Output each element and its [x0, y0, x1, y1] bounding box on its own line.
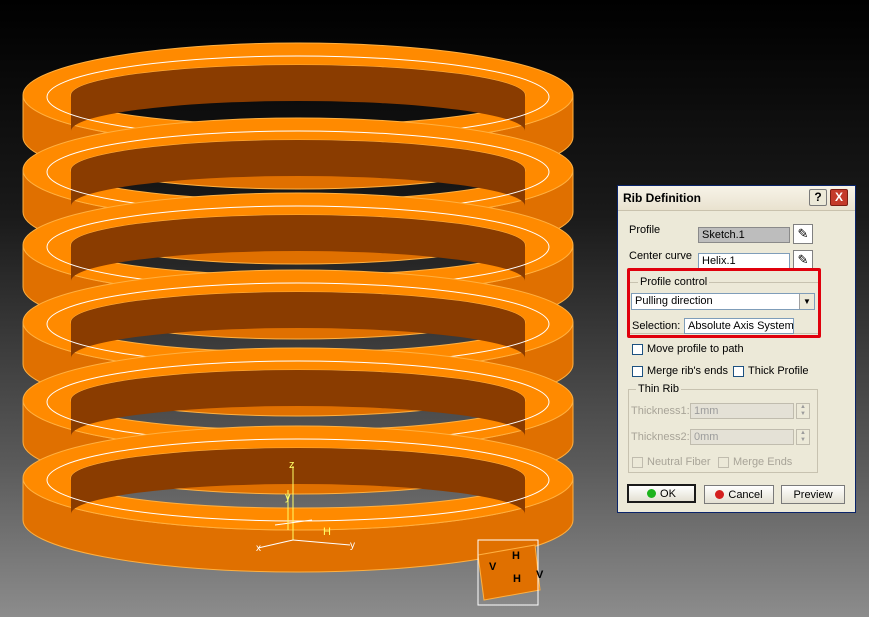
- edit-center-curve-icon[interactable]: ✎: [793, 250, 813, 270]
- dialog-titlebar[interactable]: Rib Definition ? X: [618, 186, 855, 211]
- profile-control-highlight: [627, 268, 821, 338]
- cancel-button[interactable]: Cancel: [704, 485, 774, 504]
- preview-button[interactable]: Preview: [781, 485, 845, 504]
- merge-ribs-ends-checkbox[interactable]: [632, 366, 643, 377]
- ok-label: OK: [660, 487, 676, 500]
- thick-profile-label: Thick Profile: [748, 365, 809, 377]
- thin-rib-legend: Thin Rib: [636, 383, 681, 395]
- merge-ribs-ends-label: Merge rib's ends: [647, 365, 728, 377]
- merge-ends-label: Merge Ends: [733, 456, 793, 468]
- neutral-fiber-label: Neutral Fiber: [647, 456, 711, 468]
- close-button[interactable]: X: [830, 189, 848, 206]
- move-profile-label: Move profile to path: [647, 343, 744, 355]
- spring-coil: [22, 425, 574, 573]
- ok-icon: [647, 489, 657, 498]
- profile-field[interactable]: Sketch.1: [698, 227, 790, 243]
- thickness2-label: Thickness2:: [631, 431, 690, 443]
- axis-y2-label: y: [350, 540, 355, 551]
- cancel-label: Cancel: [728, 488, 763, 501]
- help-button[interactable]: ?: [809, 189, 827, 206]
- sketch-v-label: V: [489, 561, 497, 573]
- thickness1-spinner[interactable]: ▲ ▼: [796, 403, 810, 419]
- ok-button[interactable]: OK: [627, 484, 696, 503]
- axis-y-label: y: [285, 491, 291, 503]
- edit-profile-icon[interactable]: ✎: [793, 224, 813, 244]
- thickness2-spinner[interactable]: ▲ ▼: [796, 429, 810, 445]
- thickness2-field[interactable]: 0mm: [690, 429, 794, 445]
- thick-profile-checkbox[interactable]: [733, 366, 744, 377]
- move-profile-checkbox[interactable]: [632, 344, 643, 355]
- axis-z-label: z: [289, 459, 295, 471]
- rib-definition-dialog: Rib Definition ? X Profile Sketch.1 ✎ Ce…: [617, 185, 856, 513]
- cancel-icon: [715, 490, 725, 499]
- spring-end-face: [477, 544, 541, 601]
- helical-spring-part[interactable]: [22, 42, 574, 601]
- dialog-title: Rib Definition: [623, 191, 701, 205]
- merge-ends-checkbox[interactable]: [718, 457, 729, 468]
- thickness1-label: Thickness1:: [631, 405, 690, 417]
- sketch-h2-label: H: [513, 573, 521, 585]
- center-curve-field[interactable]: Helix.1: [698, 253, 790, 269]
- neutral-fiber-checkbox[interactable]: [632, 457, 643, 468]
- axis-x-label: x: [256, 543, 261, 554]
- center-curve-label: Center curve: [629, 250, 692, 262]
- axis-h-label: H: [323, 526, 331, 538]
- profile-label: Profile: [629, 224, 661, 236]
- sketch-v2-label: V: [536, 569, 544, 581]
- thickness1-field[interactable]: 1mm: [690, 403, 794, 419]
- sketch-h-label: H: [512, 550, 520, 562]
